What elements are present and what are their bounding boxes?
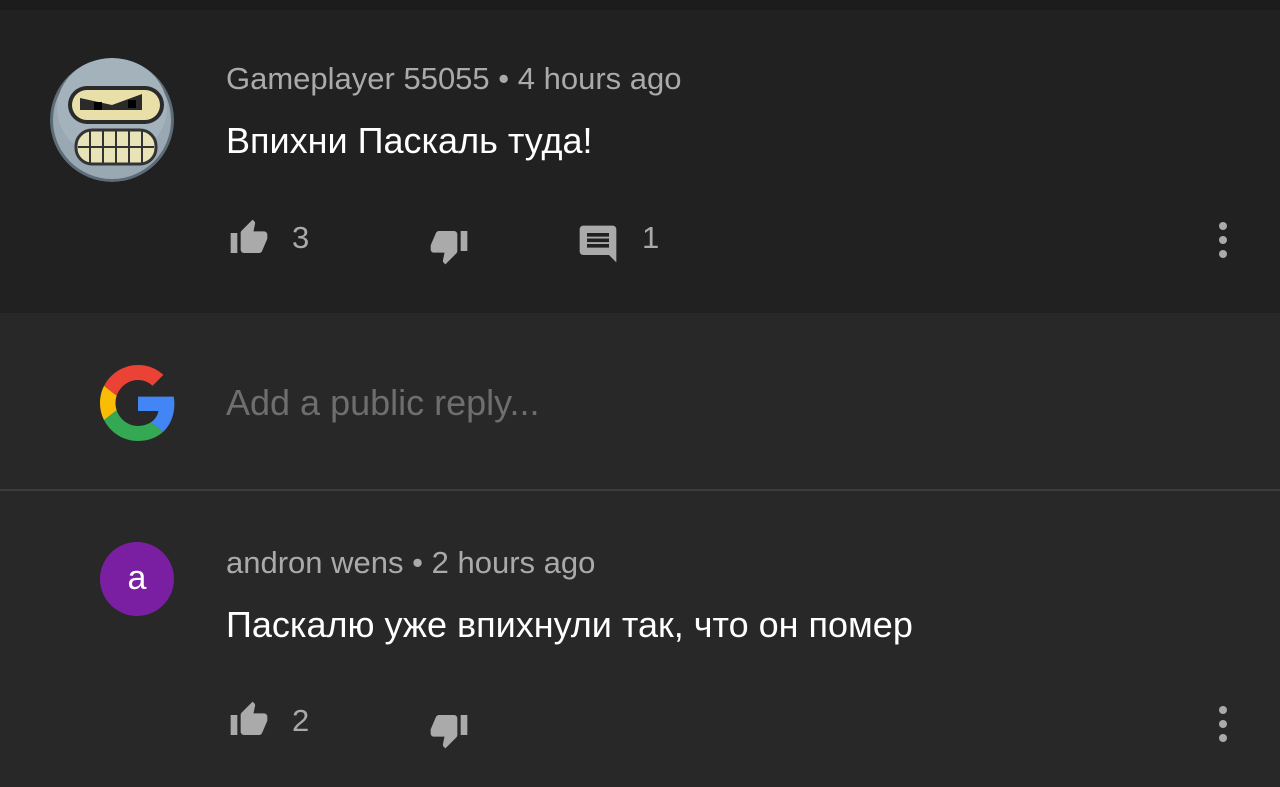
comment-meta: Gameplayer 55055 • 4 hours ago <box>226 61 682 97</box>
reply-count: 1 <box>642 220 660 255</box>
comment-text: Паскалю уже впихнули так, что он помер <box>226 604 913 645</box>
comment-card <box>0 10 1280 313</box>
comment-meta: andron wens • 2 hours ago <box>226 545 595 581</box>
dislike-icon[interactable] <box>426 710 472 750</box>
comments-page: Gameplayer 55055 • 4 hours ago Впихни Па… <box>0 0 1280 787</box>
dislike-icon[interactable] <box>426 226 472 266</box>
like-icon[interactable] <box>226 700 272 740</box>
meta-separator: • <box>412 545 423 580</box>
more-options-icon[interactable] <box>1213 220 1233 260</box>
google-g-icon <box>100 365 175 441</box>
comment-time[interactable]: 4 hours ago <box>518 61 682 96</box>
reply-input[interactable] <box>226 382 1126 424</box>
comment-author[interactable]: andron wens <box>226 545 404 580</box>
like-count: 2 <box>292 703 310 738</box>
divider <box>0 489 1280 491</box>
like-icon[interactable] <box>226 218 272 258</box>
bender-avatar-icon[interactable] <box>50 58 174 182</box>
meta-separator: • <box>498 61 510 96</box>
comment-text: Впихни Паскаль туда! <box>226 120 593 161</box>
reply-icon[interactable] <box>576 222 620 266</box>
top-strip <box>0 0 1280 10</box>
avatar[interactable]: a <box>100 542 174 616</box>
avatar-letter: a <box>127 559 147 597</box>
more-options-icon[interactable] <box>1213 704 1233 744</box>
comment-author[interactable]: Gameplayer 55055 <box>226 61 490 96</box>
comment-time[interactable]: 2 hours ago <box>432 545 596 580</box>
like-count: 3 <box>292 220 310 255</box>
